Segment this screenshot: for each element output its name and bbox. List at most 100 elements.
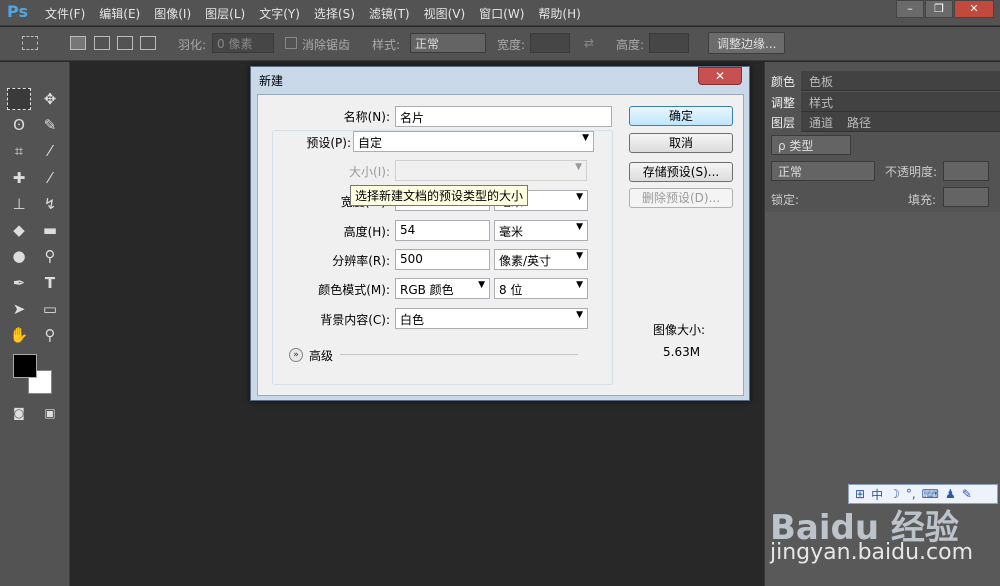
menu-window[interactable]: 窗口(W) — [479, 5, 524, 22]
resolution-label: 分辨率(R): — [332, 254, 390, 268]
tab-styles[interactable]: 样式 — [803, 92, 839, 112]
swap-icon[interactable]: ⇄ — [584, 36, 594, 50]
menu-help[interactable]: 帮助(H) — [538, 5, 580, 22]
hand-icon[interactable]: ✋ — [7, 324, 31, 346]
history-brush-icon[interactable]: ↯ — [38, 193, 62, 215]
layer-filter-select[interactable]: ρ 类型 — [771, 135, 851, 155]
foreground-color-swatch[interactable] — [13, 354, 37, 378]
minimize-button[interactable]: – — [896, 0, 924, 18]
punctuation-icon[interactable]: °, — [906, 487, 916, 501]
quick-mask-icon[interactable]: ◙ — [7, 402, 31, 424]
height-label: 高度: — [616, 38, 645, 52]
color-mode-label: 颜色模式(M): — [318, 283, 390, 297]
style-label: 样式: — [372, 38, 401, 52]
gradient-icon[interactable]: ▬ — [38, 219, 62, 241]
bit-depth-select[interactable]: 8 位 ▼ — [494, 278, 588, 299]
refine-edge-button[interactable]: 调整边缘... — [708, 32, 786, 54]
background-label: 背景内容(C): — [320, 313, 390, 327]
eyedropper-icon[interactable]: ⁄ — [38, 140, 62, 162]
resolution-unit-select[interactable]: 像素/英寸 ▼ — [494, 249, 588, 270]
height-input[interactable] — [649, 33, 689, 53]
dialog-close-button[interactable]: ✕ — [698, 67, 742, 85]
resolution-input[interactable]: 500 — [395, 249, 490, 270]
crop-icon[interactable]: ⌗ — [7, 140, 31, 162]
brush-icon[interactable]: ⁄ — [38, 167, 62, 189]
maximize-button[interactable]: ❐ — [925, 0, 953, 18]
shape-icon[interactable]: ▭ — [38, 298, 62, 320]
stamp-icon[interactable]: ⊥ — [7, 193, 31, 215]
menu-edit[interactable]: 编辑(E) — [99, 5, 140, 22]
expand-advanced-icon[interactable]: » — [289, 348, 303, 362]
background-select[interactable]: 白色 ▼ — [395, 308, 588, 329]
keyboard-icon[interactable]: ⌨ — [922, 487, 939, 501]
style-select[interactable]: 正常 — [410, 33, 486, 53]
menu-filter[interactable]: 滤镜(T) — [369, 5, 410, 22]
save-preset-button[interactable]: 存储预设(S)... — [629, 162, 733, 182]
height-label: 高度(H): — [343, 225, 390, 239]
height-input[interactable]: 54 — [395, 220, 490, 241]
menu-image[interactable]: 图像(I) — [154, 5, 191, 22]
tab-channels[interactable]: 通道 — [803, 112, 839, 132]
photoshop-logo: Ps — [7, 2, 28, 21]
fill-input[interactable] — [943, 187, 989, 207]
options-bar: 羽化: 0 像素 消除锯齿 样式: 正常 宽度: ⇄ 高度: 调整边缘... — [0, 27, 1000, 61]
cancel-button[interactable]: 取消 — [629, 133, 733, 153]
name-label: 名称(N): — [343, 110, 390, 124]
lasso-icon[interactable]: ʘ — [7, 114, 31, 136]
tools-panel: ✥ ʘ ✎ ⌗ ⁄ ✚ ⁄ ⊥ ↯ ◆ ▬ ● ⚲ ✒ T ➤ ▭ ✋ ⚲ ◙ … — [0, 62, 70, 586]
intersect-selection-icon[interactable] — [140, 36, 156, 50]
user-icon[interactable]: ♟ — [945, 487, 956, 501]
type-tool-icon[interactable]: T — [38, 272, 62, 294]
tab-adjustments[interactable]: 调整 — [765, 92, 802, 112]
menu-file[interactable]: 文件(F) — [45, 5, 85, 22]
tab-swatches[interactable]: 色板 — [803, 71, 839, 91]
menu-type[interactable]: 文字(Y) — [259, 5, 300, 22]
close-window-button[interactable]: ✕ — [954, 0, 994, 18]
menu-layer[interactable]: 图层(L) — [205, 5, 245, 22]
blend-mode-select[interactable]: 正常 — [771, 161, 875, 181]
zoom-icon[interactable]: ⚲ — [38, 324, 62, 346]
subtract-selection-icon[interactable] — [117, 36, 133, 50]
feather-input[interactable]: 0 像素 — [212, 33, 274, 53]
width-input[interactable] — [530, 33, 570, 53]
chevron-down-icon: ▼ — [575, 162, 582, 172]
rect-marquee-icon[interactable] — [7, 88, 31, 110]
opacity-input[interactable] — [943, 161, 989, 181]
tab-color[interactable]: 颜色 — [765, 71, 802, 91]
marquee-tool-icon[interactable] — [22, 36, 38, 50]
layers-panel-tabs: 图层 通道 路径 — [765, 112, 1000, 132]
antialias-checkbox[interactable] — [285, 37, 297, 49]
pen-icon[interactable]: ✒ — [7, 272, 31, 294]
dodge-icon[interactable]: ⚲ — [38, 245, 62, 267]
menu-view[interactable]: 视图(V) — [424, 5, 466, 22]
screen-mode-icon[interactable]: ▣ — [38, 402, 62, 424]
width-label: 宽度: — [497, 38, 526, 52]
height-unit-select[interactable]: 毫米 ▼ — [494, 220, 588, 241]
size-label: 大小(I): — [349, 165, 390, 179]
wrench-icon[interactable]: ✎ — [962, 487, 972, 501]
new-selection-icon[interactable] — [70, 36, 86, 50]
preset-select[interactable]: 自定 ▼ — [353, 131, 594, 152]
bit-depth-value: 8 位 — [499, 283, 523, 297]
baidu-url-watermark: jingyan.baidu.com — [770, 540, 974, 565]
preset-value: 自定 — [358, 136, 383, 150]
name-input[interactable]: 名片 — [395, 106, 612, 127]
tab-paths[interactable]: 路径 — [841, 112, 877, 132]
menu-select[interactable]: 选择(S) — [314, 5, 355, 22]
color-mode-select[interactable]: RGB 颜色 ▼ — [395, 278, 490, 299]
quick-select-icon[interactable]: ✎ — [38, 114, 62, 136]
eraser-icon[interactable]: ◆ — [7, 219, 31, 241]
chevron-down-icon: ▼ — [478, 280, 485, 290]
ok-button[interactable]: 确定 — [629, 106, 733, 126]
path-select-icon[interactable]: ➤ — [7, 298, 31, 320]
blur-icon[interactable]: ● — [7, 245, 31, 267]
healing-brush-icon[interactable]: ✚ — [7, 167, 31, 189]
image-size-value: 5.63M — [663, 345, 701, 359]
tab-layers[interactable]: 图层 — [765, 112, 802, 132]
chevron-down-icon: ▼ — [582, 133, 589, 143]
move-tool-icon[interactable]: ✥ — [38, 88, 62, 110]
advanced-label: 高级 — [309, 349, 334, 363]
add-selection-icon[interactable] — [94, 36, 110, 50]
ime-logo-icon[interactable]: ⊞ — [855, 487, 865, 501]
moon-icon[interactable]: ☽ — [889, 487, 900, 501]
